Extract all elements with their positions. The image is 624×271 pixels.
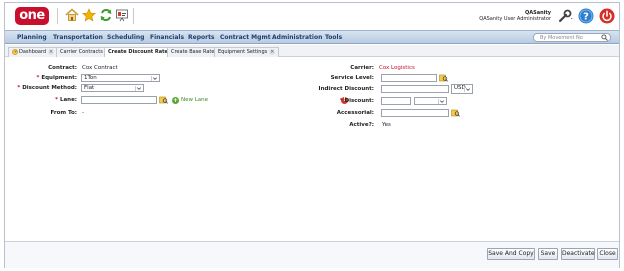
new-lane-link[interactable]: New Lane: [181, 97, 208, 103]
contract-label: Contract:: [48, 65, 77, 71]
lookup-icon[interactable]: [439, 74, 448, 82]
user-info: QASanity QASanity User Administrator: [479, 10, 551, 22]
tab-label: Equipment Settings: [218, 49, 268, 55]
presentation-icon[interactable]: [115, 8, 129, 22]
service-level-input[interactable]: [381, 74, 437, 82]
accessorial-input[interactable]: [381, 109, 449, 117]
currency-select[interactable]: USD: [451, 84, 473, 94]
chevron-down-icon[interactable]: [438, 99, 445, 104]
nav-reports[interactable]: Reports: [188, 33, 215, 43]
app-window: one QASanity QASanity User Administrator…: [4, 2, 620, 268]
discount-method-selected-value: Flat: [84, 85, 95, 91]
discount-unit-select[interactable]: [414, 97, 447, 105]
equipment-select[interactable]: 1Ton: [81, 74, 160, 82]
close-button[interactable]: Close: [597, 248, 618, 260]
discount-input[interactable]: [381, 97, 411, 105]
discount-method-select[interactable]: Flat: [81, 84, 144, 92]
indirect-discount-label: Indirect Discount:: [318, 86, 374, 92]
search-placeholder: By Movement No: [540, 35, 583, 41]
tab-bar: Dashboard× Carrier Contracts× Create Dis…: [5, 45, 619, 57]
chevron-down-icon[interactable]: [464, 87, 471, 92]
discount-label: * Discount:: [339, 98, 374, 104]
refresh-icon[interactable]: [99, 8, 113, 22]
header-divider: [57, 8, 58, 24]
from-to-label: From To:: [50, 110, 77, 116]
active-value: Yes: [382, 122, 391, 128]
svg-text:?: ?: [583, 12, 589, 23]
equipment-label: * Equipment:: [36, 75, 77, 81]
add-lane-icon[interactable]: +: [172, 97, 179, 104]
tab-label: Dashboard: [19, 49, 47, 55]
chevron-down-icon[interactable]: [135, 86, 142, 91]
movement-search-input[interactable]: By Movement No: [533, 33, 611, 42]
close-icon[interactable]: ×: [269, 48, 276, 55]
service-level-label: Service Level:: [330, 75, 374, 81]
discount-method-label: * Discount Method:: [17, 85, 77, 91]
tab-dashboard[interactable]: Dashboard ×: [8, 47, 59, 57]
logout-icon[interactable]: [599, 8, 615, 24]
lane-label: * Lane:: [55, 97, 77, 103]
one-logo[interactable]: one: [15, 7, 49, 25]
tools-icon[interactable]: [557, 8, 573, 24]
nav-administration[interactable]: Administration: [272, 33, 322, 43]
header-divider: [133, 8, 134, 24]
accessorial-label: Accessorial:: [336, 110, 374, 116]
tab-label: Carrier Contracts: [60, 49, 103, 55]
lane-input[interactable]: [81, 96, 157, 104]
carrier-value[interactable]: Cox Logistics: [379, 65, 415, 71]
save-and-copy-button[interactable]: Save And Copy: [487, 248, 535, 260]
main-nav: Planning Transportation Scheduling Finan…: [5, 30, 619, 44]
active-label: Active?:: [349, 122, 374, 128]
save-button[interactable]: Save: [538, 248, 558, 260]
app-header: one QASanity QASanity User Administrator…: [5, 3, 619, 29]
dashboard-icon: [12, 48, 18, 55]
nav-scheduling[interactable]: Scheduling: [107, 33, 144, 43]
home-icon[interactable]: [65, 8, 79, 22]
discount-rate-form: Contract: Cox Contract * Equipment: 1Ton…: [5, 59, 619, 239]
nav-contract-mgmt[interactable]: Contract Mgmt: [220, 33, 271, 43]
tab-equipment-settings[interactable]: Equipment Settings ×: [214, 47, 280, 57]
contract-value: Cox Contract: [82, 65, 118, 71]
nav-tools[interactable]: Tools: [325, 33, 342, 43]
chevron-down-icon[interactable]: [151, 76, 158, 81]
indirect-discount-input[interactable]: [381, 85, 449, 93]
favorites-star-icon[interactable]: [82, 8, 96, 22]
tab-label: Create Base Rate: [171, 49, 215, 55]
carrier-label: Carrier:: [350, 65, 374, 71]
lookup-icon[interactable]: [451, 109, 460, 117]
deactivate-button[interactable]: Deactivate: [561, 248, 595, 260]
close-icon[interactable]: ×: [48, 48, 55, 55]
nav-planning[interactable]: Planning: [17, 33, 47, 43]
lookup-icon[interactable]: [159, 96, 168, 104]
nav-transportation[interactable]: Transportation: [53, 33, 103, 43]
user-role: QASanity User Administrator: [479, 16, 551, 22]
help-icon[interactable]: ?: [578, 8, 594, 24]
search-icon[interactable]: [601, 34, 608, 41]
tab-label: Create Discount Rate: [108, 49, 168, 55]
equipment-selected-value: 1Ton: [84, 75, 97, 81]
form-footer: Save And Copy Save Deactivate Close: [5, 241, 619, 268]
from-to-value: -: [82, 110, 84, 116]
nav-financials[interactable]: Financials: [150, 33, 184, 43]
